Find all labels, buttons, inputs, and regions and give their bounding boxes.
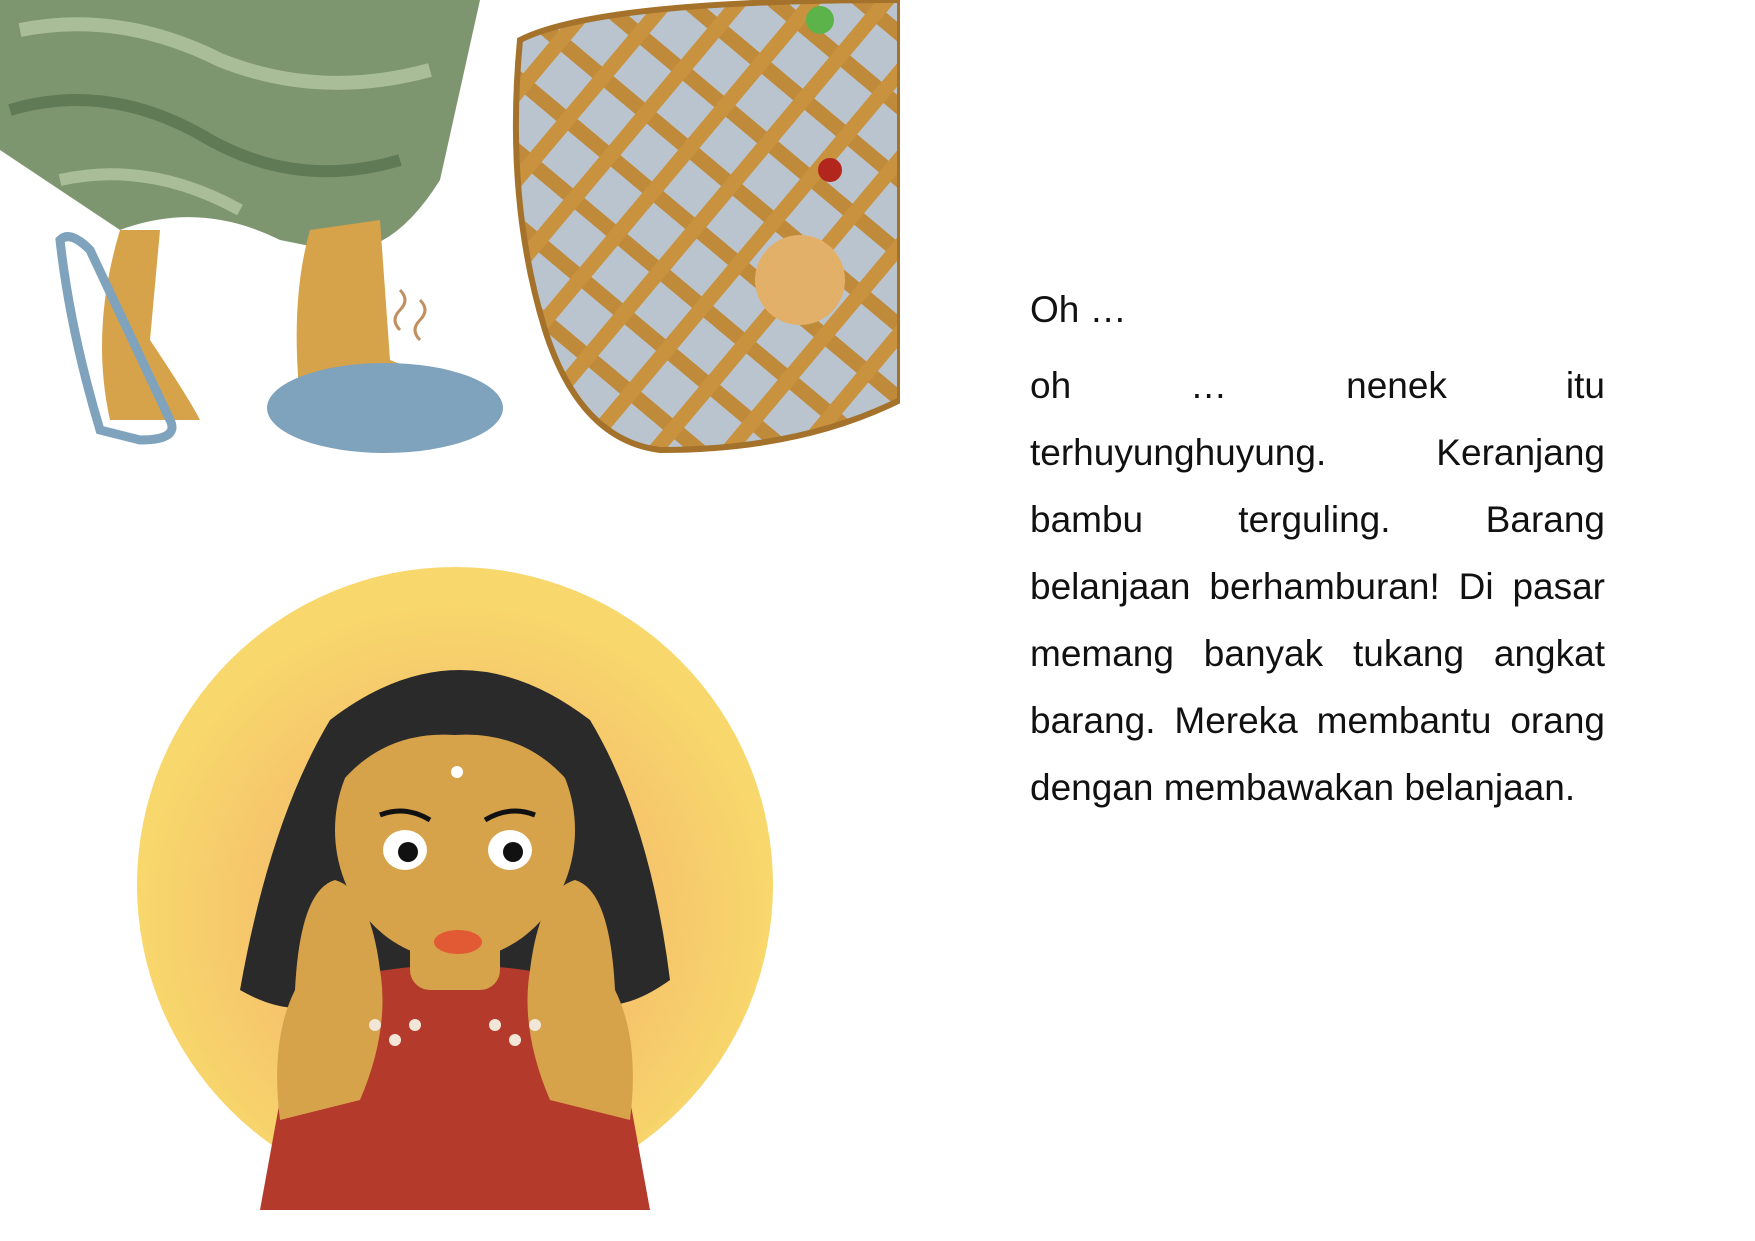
bamboo-basket	[512, 0, 900, 454]
right-sandal	[267, 363, 503, 453]
left-foot	[102, 230, 200, 420]
exclamation-line: Oh …	[1030, 289, 1127, 330]
story-line-oh: oh … nenek itu	[1030, 365, 1605, 406]
story-paragraph: terhuyunghuyung. Keranjang bambu terguli…	[1030, 432, 1605, 808]
story-text: Oh … oh … nenek itu terhuyunghuyung. Ker…	[1030, 282, 1605, 821]
grandmother-feet-illustration	[0, 0, 900, 454]
worried-girl-illustration	[137, 567, 773, 1210]
skirt-shape	[0, 0, 480, 252]
